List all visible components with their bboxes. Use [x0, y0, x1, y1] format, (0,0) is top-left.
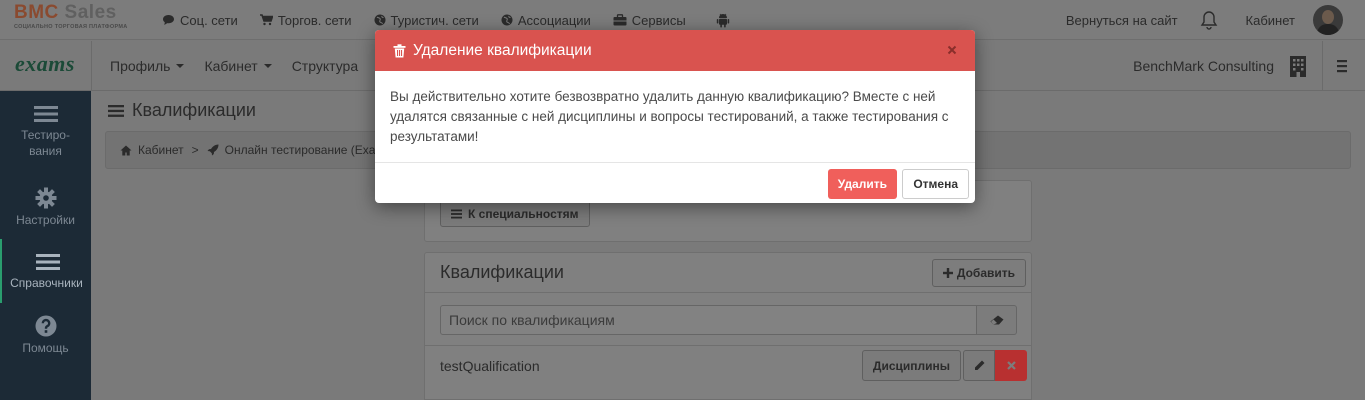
nav-structure[interactable]: Структура [292, 58, 358, 74]
sidebar-item-directories-label: Справочники [10, 276, 83, 290]
building-icon [1288, 55, 1308, 77]
sidebar: Тестиро- вания Настройки Справочники Пом… [0, 91, 91, 400]
comment-icon [162, 14, 175, 26]
add-qualification-label: Добавить [956, 266, 1015, 280]
breadcrumb-cabinet[interactable]: Кабинет [138, 143, 184, 157]
home-icon [120, 145, 132, 156]
close-icon[interactable] [943, 41, 961, 59]
exams-logo[interactable]: exams [15, 51, 75, 77]
cancel-label: Отмена [913, 177, 958, 191]
delete-qualification-modal: Удаление квалификации Вы действительно х… [375, 30, 975, 203]
nav-profile[interactable]: Профиль [110, 58, 185, 74]
chevron-down-icon [176, 64, 185, 68]
top-nav-associations-label: Ассоциации [517, 12, 591, 28]
top-nav-tourism-label: Туристич. сети [390, 12, 479, 28]
top-nav-tourism[interactable]: Туристич. сети [374, 13, 479, 28]
list-icon [2, 249, 93, 275]
back-to-specialties-label: К специальностям [468, 206, 579, 221]
back-to-site-link[interactable]: Вернуться на сайт [1066, 13, 1178, 28]
nav-cabinet[interactable]: Кабинет [204, 58, 272, 74]
logo-tagline: СОЦИАЛЬНО ТОРГОВАЯ ПЛАТФОРМА [14, 24, 128, 30]
confirm-delete-label: Удалить [837, 177, 887, 191]
rocket-icon [207, 144, 219, 156]
delete-row-button[interactable] [995, 350, 1027, 381]
bell-icon[interactable] [1200, 10, 1218, 30]
sidebar-item-directories[interactable]: Справочники [0, 239, 91, 303]
globe-icon [374, 14, 386, 26]
modal-title: Удаление квалификации [413, 41, 592, 59]
qualifications-panel-title: Квалификации [440, 262, 564, 282]
disciplines-label: Дисциплины [872, 358, 950, 373]
nav-structure-label: Структура [291, 58, 359, 74]
top-right: Вернуться на сайт Кабинет [1066, 0, 1365, 40]
cancel-button[interactable]: Отмена [902, 169, 969, 199]
list-icon [0, 101, 91, 127]
company-name: BenchMark Consulting [1133, 58, 1274, 74]
modal-message: Вы действительно хотите безвозвратно уда… [390, 89, 949, 144]
top-nav-trade-label: Торгов. сети [277, 12, 352, 28]
cabinet-link[interactable]: Кабинет [1246, 13, 1295, 28]
sidebar-item-help[interactable]: Помощь [0, 303, 91, 367]
edit-button[interactable] [963, 350, 995, 381]
sidebar-item-testing[interactable]: Тестиро- вания [0, 91, 91, 158]
row-divider [425, 345, 1031, 346]
avatar-body [1317, 24, 1339, 35]
android-icon [716, 12, 730, 28]
menu-icon[interactable] [1337, 59, 1347, 73]
top-nav-services[interactable]: Сервисы [613, 13, 686, 28]
logo-text-bmc: BMC [14, 2, 59, 23]
qualifications-panel: Квалификации Добавить testQualification … [424, 252, 1032, 400]
trash-icon [393, 43, 406, 58]
pencil-icon [974, 360, 985, 371]
breadcrumb-separator: > [191, 143, 199, 157]
top-nav-trade[interactable]: Торгов. сети [259, 12, 352, 28]
modal-footer: Удалить Отмена [375, 162, 975, 203]
qualifications-panel-header: Квалификации Добавить [425, 253, 1031, 293]
close-icon [1006, 361, 1016, 370]
top-nav-social-label: Соц. сети [180, 12, 238, 28]
plus-icon [942, 268, 953, 278]
top-nav-android[interactable] [716, 12, 735, 28]
logo-text-sales: Sales [58, 2, 117, 23]
company-selector[interactable]: BenchMark Consulting [1133, 41, 1347, 91]
gear-icon [0, 185, 91, 211]
avatar[interactable] [1313, 5, 1343, 35]
add-qualification-button[interactable]: Добавить [931, 259, 1026, 287]
chevron-down-icon [263, 64, 272, 68]
clear-search-button[interactable] [977, 305, 1017, 335]
globe-icon [501, 14, 513, 26]
page-title: Квалификации [108, 100, 256, 121]
briefcase-icon [613, 14, 627, 26]
cart-icon [259, 14, 273, 26]
list-icon [108, 104, 124, 118]
question-icon [0, 313, 91, 339]
table-row: testQualification Дисциплины [440, 350, 1027, 382]
nav-profile-label: Профиль [110, 58, 171, 74]
modal-header: Удаление квалификации [375, 30, 975, 71]
sidebar-item-testing-line1: Тестиро- [21, 128, 70, 142]
page-title-text: Квалификации [132, 100, 256, 120]
sidebar-item-help-label: Помощь [22, 341, 69, 355]
back-to-specialties-button[interactable]: К специальностям [440, 200, 590, 227]
qualification-name: testQualification [440, 358, 540, 374]
search-input[interactable] [440, 305, 977, 335]
search-row [440, 305, 1017, 335]
sidebar-item-settings-label: Настройки [16, 213, 75, 227]
nav-cabinet-label: Кабинет [204, 58, 258, 74]
bmc-sales-logo[interactable]: BMC Sales СОЦИАЛЬНО ТОРГОВАЯ ПЛАТФОРМА [14, 3, 144, 37]
confirm-delete-button[interactable]: Удалить [827, 169, 897, 199]
sidebar-item-settings[interactable]: Настройки [0, 175, 91, 239]
list-icon [451, 209, 462, 219]
company-divider [1322, 41, 1323, 91]
disciplines-button[interactable]: Дисциплины [861, 350, 961, 381]
sidebar-item-testing-line2: вания [29, 144, 62, 158]
eraser-icon [990, 315, 1004, 325]
app-nav: Профиль Кабинет Структура [91, 41, 378, 91]
breadcrumb-online-testing[interactable]: Онлайн тестирование (Exam [225, 143, 386, 157]
avatar-head [1322, 10, 1334, 24]
top-nav-social[interactable]: Соц. сети [162, 13, 238, 28]
top-nav-associations[interactable]: Ассоциации [501, 13, 591, 28]
top-nav-services-label: Сервисы [631, 12, 686, 28]
